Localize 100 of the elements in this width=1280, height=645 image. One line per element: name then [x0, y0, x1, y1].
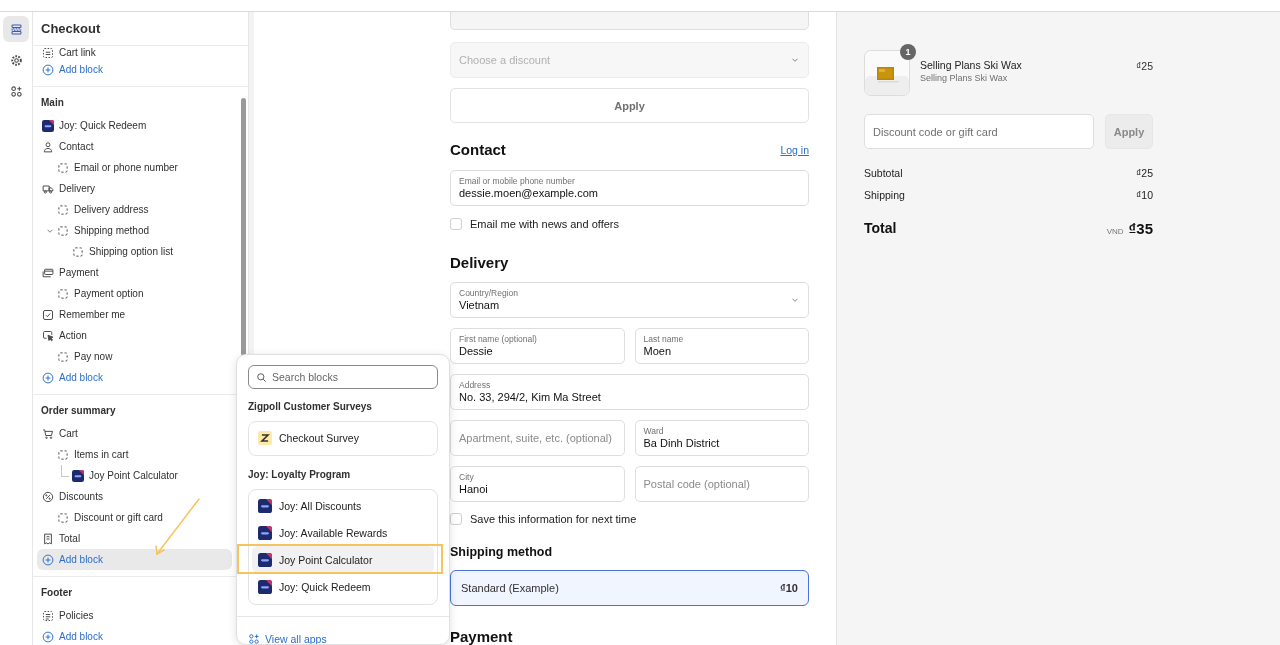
tree-item[interactable]: Shipping method	[33, 220, 248, 241]
add-icon	[42, 371, 54, 384]
apps-icon	[248, 633, 260, 644]
login-link[interactable]: Log in	[780, 144, 809, 156]
checkbox-icon	[42, 308, 54, 321]
sidebar-tab[interactable]	[3, 16, 29, 42]
sections-icon	[9, 22, 23, 36]
block-icon	[57, 224, 69, 237]
checkbox-label: Email me with news and offers	[470, 218, 619, 230]
block-icon	[57, 448, 69, 461]
input-field[interactable]: Postal code (optional)	[634, 466, 809, 502]
section-heading: Footer	[40, 586, 74, 600]
total-label: Total	[864, 220, 897, 236]
discount-icon	[42, 490, 54, 503]
input-field[interactable]: City Hanoi	[450, 466, 625, 502]
card-icon	[42, 266, 54, 279]
search-field[interactable]: Search blocks	[248, 365, 438, 389]
line-label: Shipping	[864, 189, 905, 201]
section-heading: Order summary	[40, 404, 117, 418]
receipt-icon	[42, 532, 54, 545]
tree-item[interactable]: Items in cart	[33, 444, 248, 465]
app-icon	[258, 498, 272, 513]
product-price: ₫25	[1135, 59, 1153, 72]
tree-item[interactable]: Contact	[33, 136, 248, 157]
block-icon	[57, 511, 69, 524]
section-heading: Contact	[450, 140, 506, 160]
tree-item[interactable]: Cart	[33, 423, 248, 444]
block-option[interactable]: Joy: Quick Redeem	[252, 573, 434, 600]
search-icon	[256, 371, 267, 383]
block-icon	[42, 46, 54, 59]
tree-item[interactable]: Discounts	[33, 486, 248, 507]
shipping-option[interactable]: Standard (Example) ₫10	[450, 570, 809, 606]
input-field[interactable]: Last name Moen	[634, 328, 809, 364]
input-field[interactable]: Apartment, suite, etc. (optional)	[450, 420, 625, 456]
product-variant: Selling Plans Ski Wax	[920, 73, 1009, 83]
tree-item[interactable]: Total	[33, 528, 248, 549]
tree-item[interactable]: Delivery	[33, 178, 248, 199]
truck-icon	[42, 182, 54, 195]
block-icon	[57, 350, 69, 363]
tree-item[interactable]: Delivery address	[33, 199, 248, 220]
group-heading: Zigpoll Customer Surveys	[248, 400, 373, 414]
block-option[interactable]: Joy Point Calculator	[252, 546, 434, 573]
input-field[interactable]: First name (optional) Dessie	[450, 328, 625, 364]
group-heading: Joy: Loyalty Program	[248, 468, 352, 482]
scrollbar[interactable]	[241, 98, 246, 356]
apply-button[interactable]: Apply	[450, 88, 809, 123]
block-icon	[57, 287, 69, 300]
add-block-button[interactable]: Add block	[37, 59, 232, 80]
quantity-badge: 1	[900, 44, 916, 60]
block-icon	[72, 245, 84, 258]
input-field[interactable]: Address No. 33, 294/2, Kim Ma Street	[450, 374, 809, 410]
tree-item[interactable]: Discount or gift card	[33, 507, 248, 528]
apps-icon	[9, 84, 23, 98]
tree-item[interactable]: Payment option	[33, 283, 248, 304]
tree-item[interactable]: Joy Point Calculator	[33, 465, 248, 486]
line-value: ₫10	[1135, 189, 1153, 201]
tree-item[interactable]: Cart link	[33, 46, 248, 59]
input-field[interactable]: Discount code or gift card	[864, 114, 1094, 149]
tree-item[interactable]: Shipping option list	[33, 241, 248, 262]
tree-item[interactable]: Payment	[33, 262, 248, 283]
tree-item[interactable]: Policies	[33, 605, 248, 626]
section-heading: Shipping method	[450, 544, 554, 561]
app-icon	[42, 119, 54, 132]
input-field[interactable]: Email or mobile phone number dessie.moen@example.com	[450, 170, 809, 206]
block-icon	[57, 203, 69, 216]
app-icon	[258, 430, 272, 445]
checkbox[interactable]	[450, 218, 462, 230]
block-option[interactable]: Joy: Available Rewards	[252, 519, 434, 546]
tree-item[interactable]: Remember me	[33, 304, 248, 325]
section-heading: Delivery	[450, 253, 510, 273]
add-icon	[42, 630, 54, 643]
add-block-button[interactable]: Add block	[37, 367, 232, 388]
product-name: Selling Plans Ski Wax	[920, 59, 1023, 72]
cursor-icon	[42, 329, 54, 342]
line-label: Subtotal	[864, 167, 903, 179]
block-icon	[57, 161, 69, 174]
block-option[interactable]: Joy: All Discounts	[252, 492, 434, 519]
tree-item[interactable]: Pay now	[33, 346, 248, 367]
add-block-button[interactable]: Add block	[37, 549, 232, 570]
add-block-button[interactable]: Add block	[37, 626, 232, 645]
tree-item[interactable]: Email or phone number	[33, 157, 248, 178]
total-value: ₫35	[1128, 219, 1153, 237]
cart-icon	[42, 427, 54, 440]
checkbox[interactable]	[450, 513, 462, 525]
person-icon	[42, 140, 54, 153]
tree-item[interactable]: Joy: Quick Redeem	[33, 115, 248, 136]
app-icon	[258, 552, 272, 567]
block-option[interactable]: Checkout Survey	[252, 424, 434, 451]
app-icon	[258, 579, 272, 594]
add-icon	[42, 63, 54, 76]
input-field[interactable]: Ward Ba Dinh District	[634, 420, 809, 456]
add-icon	[42, 553, 54, 566]
line-value: ₫25	[1135, 167, 1153, 179]
section-heading: Main	[40, 96, 65, 110]
checkbox-label: Save this information for next time	[470, 513, 637, 525]
document-icon	[42, 609, 54, 622]
currency-code: VND	[1106, 226, 1124, 236]
select-field[interactable]: Country/Region Vietnam	[450, 282, 809, 318]
section-heading: Payment	[450, 627, 514, 645]
tree-item[interactable]: Action	[33, 325, 248, 346]
